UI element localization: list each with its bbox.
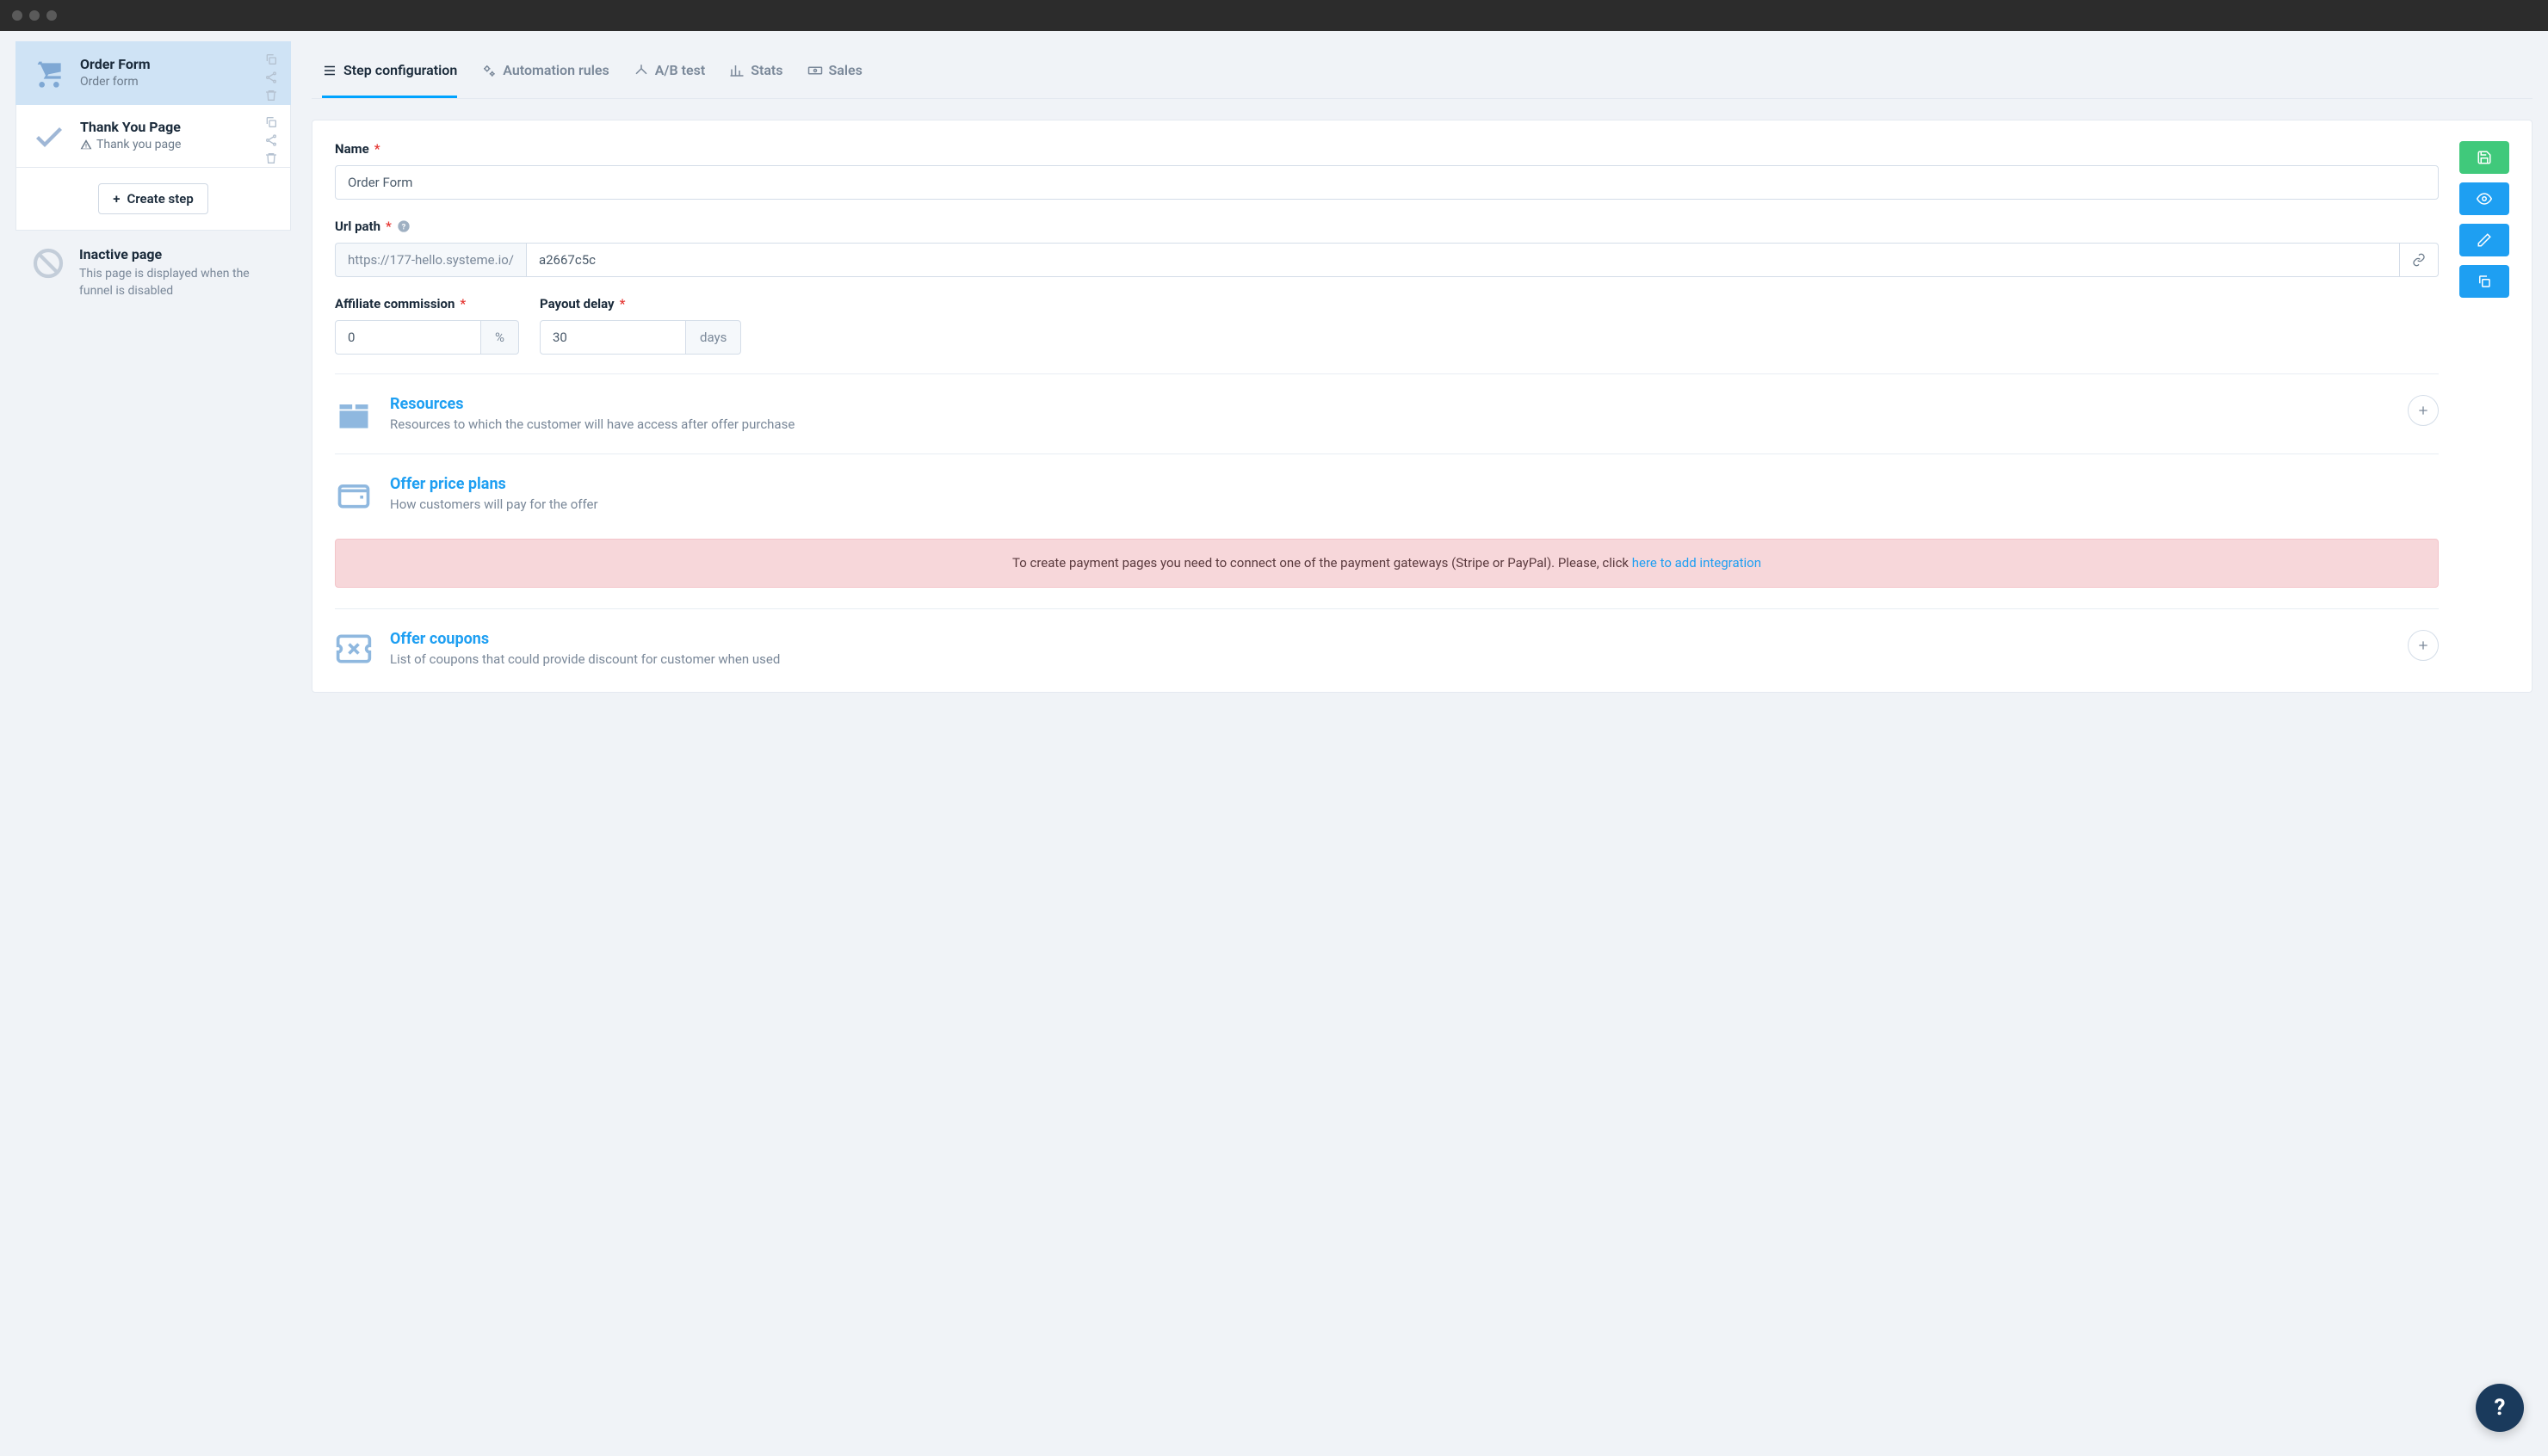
window-dot — [46, 10, 57, 21]
section-price-plans: Offer price plans How customers will pay… — [335, 453, 2439, 608]
plus-icon — [2416, 639, 2430, 652]
tab-automation-rules[interactable]: Automation rules — [481, 41, 609, 98]
window-dot — [12, 10, 22, 21]
box-icon — [335, 395, 373, 433]
add-coupon-button[interactable] — [2408, 630, 2439, 661]
main-content: Step configuration Automation rules A/B … — [312, 41, 2533, 1441]
step-thank-you[interactable]: Thank You Page Thank you page — [15, 105, 291, 168]
duplicate-button[interactable] — [2459, 265, 2509, 298]
copy-icon — [2477, 274, 2492, 289]
add-integration-link[interactable]: here to add integration — [1632, 555, 1761, 571]
svg-text:?: ? — [402, 222, 406, 231]
step-order-form[interactable]: Order Form Order form — [15, 41, 291, 105]
share-icon[interactable] — [264, 133, 278, 147]
payment-alert: To create payment pages you need to conn… — [335, 539, 2439, 588]
help-fab[interactable]: ? — [2476, 1384, 2524, 1432]
tab-ab-test[interactable]: A/B test — [634, 41, 705, 98]
payout-suffix: days — [686, 320, 741, 355]
plus-icon — [2416, 404, 2430, 417]
section-coupons: Offer coupons List of coupons that could… — [335, 608, 2439, 671]
window-dot — [29, 10, 40, 21]
copy-icon[interactable] — [264, 52, 278, 66]
cart-icon — [32, 56, 66, 90]
preview-button[interactable] — [2459, 182, 2509, 215]
payout-label: Payout delay* — [540, 296, 741, 312]
inactive-page[interactable]: Inactive page This page is displayed whe… — [15, 231, 291, 315]
save-icon — [2477, 150, 2492, 165]
plus-icon: + — [113, 191, 120, 207]
check-icon — [32, 119, 66, 153]
help-icon[interactable]: ? — [397, 219, 411, 233]
pencil-icon — [2477, 232, 2492, 248]
save-button[interactable] — [2459, 141, 2509, 174]
sidebar: Order Form Order form Thank You Page Tha… — [15, 41, 291, 1441]
list-icon — [322, 63, 337, 78]
inactive-desc: This page is displayed when the funnel i… — [79, 266, 275, 299]
tab-step-configuration[interactable]: Step configuration — [322, 41, 457, 98]
step-subtitle: Thank you page — [80, 138, 275, 151]
blocked-icon — [31, 246, 65, 281]
wallet-icon — [335, 475, 373, 513]
add-resource-button[interactable] — [2408, 395, 2439, 426]
money-icon — [807, 63, 823, 78]
step-subtitle: Order form — [80, 75, 275, 89]
resources-title: Resources — [390, 395, 2390, 413]
commission-suffix: % — [481, 320, 519, 355]
warning-icon — [80, 139, 92, 151]
step-title: Order Form — [80, 56, 275, 72]
side-actions — [2459, 141, 2509, 671]
coupons-desc: List of coupons that could provide disco… — [390, 651, 2390, 667]
trash-icon[interactable] — [264, 151, 278, 165]
edit-button[interactable] — [2459, 224, 2509, 256]
inactive-title: Inactive page — [79, 246, 275, 262]
create-step-container: + Create step — [15, 168, 291, 231]
split-icon — [634, 63, 649, 78]
resources-desc: Resources to which the customer will hav… — [390, 416, 2390, 432]
create-step-button[interactable]: + Create step — [98, 183, 208, 214]
bar-chart-icon — [729, 63, 745, 78]
name-label: Name* — [335, 141, 2439, 157]
url-prefix: https://177-hello.systeme.io/ — [335, 243, 526, 277]
browser-chrome — [0, 0, 2548, 31]
tabs: Step configuration Automation rules A/B … — [312, 41, 2533, 99]
url-link-button[interactable] — [2400, 243, 2439, 277]
config-panel: Name* Url path* ? https://177-hello.syst… — [312, 120, 2533, 693]
price-plans-title: Offer price plans — [390, 475, 2439, 493]
url-label: Url path* ? — [335, 219, 2439, 234]
name-input[interactable] — [335, 165, 2439, 200]
link-icon — [2412, 253, 2426, 267]
tab-sales[interactable]: Sales — [807, 41, 863, 98]
price-plans-desc: How customers will pay for the offer — [390, 497, 2439, 512]
coupons-title: Offer coupons — [390, 630, 2390, 648]
commission-label: Affiliate commission* — [335, 296, 519, 312]
coupon-icon — [335, 630, 373, 668]
url-input[interactable] — [526, 243, 2400, 277]
step-title: Thank You Page — [80, 119, 275, 135]
gears-icon — [481, 63, 497, 78]
tab-stats[interactable]: Stats — [729, 41, 782, 98]
commission-input[interactable] — [335, 320, 481, 355]
payout-input[interactable] — [540, 320, 686, 355]
copy-icon[interactable] — [264, 115, 278, 129]
trash-icon[interactable] — [264, 89, 278, 102]
section-resources: Resources Resources to which the custome… — [335, 373, 2439, 453]
share-icon[interactable] — [264, 71, 278, 84]
eye-icon — [2477, 191, 2492, 207]
